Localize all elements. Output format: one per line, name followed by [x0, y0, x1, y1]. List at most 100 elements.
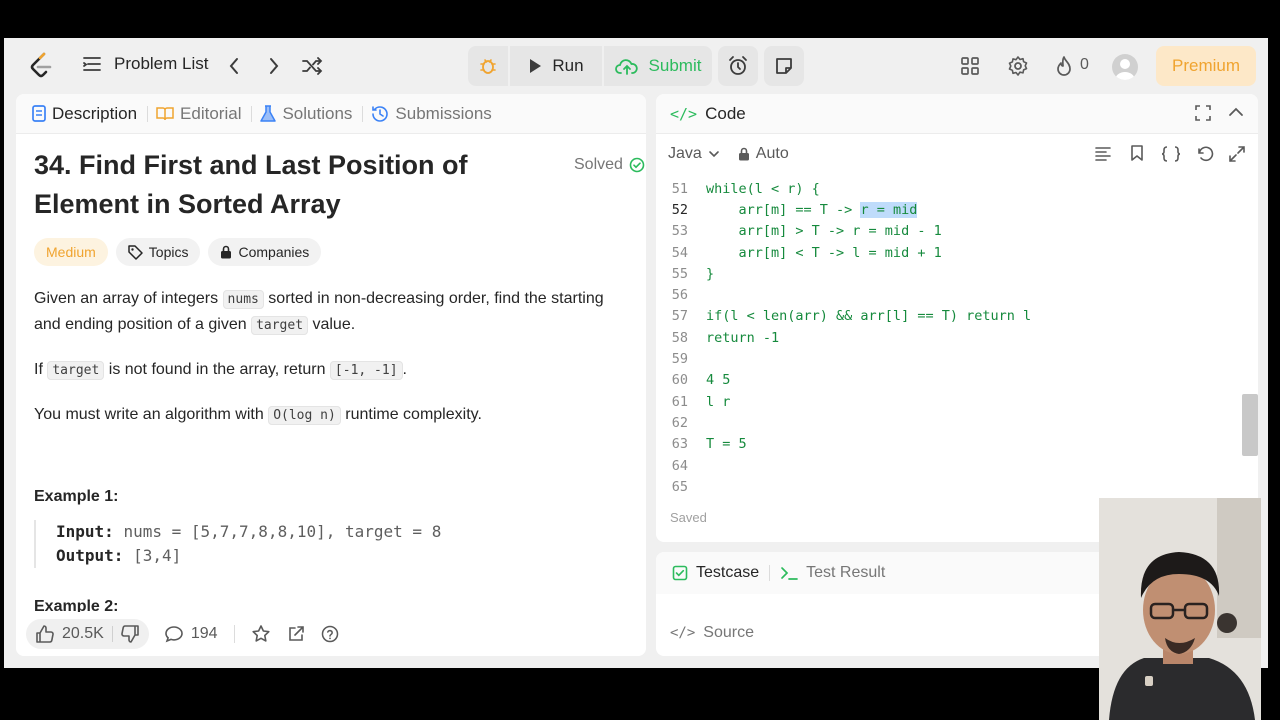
- code-icon: </>: [670, 104, 698, 123]
- code-line: 62: [656, 412, 1246, 433]
- tab-description-label: Description: [52, 103, 138, 123]
- collapse-button[interactable]: [1228, 104, 1244, 125]
- gear-icon: [1008, 56, 1028, 76]
- code-text: arr[m] == T ->: [706, 201, 861, 218]
- line-number: 55: [671, 265, 688, 282]
- tab-divider: [769, 565, 771, 581]
- saved-status: Saved: [670, 510, 707, 525]
- problem-description: Given an array of integers nums sorted i…: [34, 286, 634, 447]
- leetcode-logo-icon[interactable]: [28, 52, 54, 80]
- example-1-block: Input: nums = [5,7,7,8,8,10], target = 8…: [34, 520, 634, 568]
- tab-solutions[interactable]: Solutions: [260, 104, 352, 124]
- favorite-button[interactable]: [251, 624, 271, 644]
- testcase-label: Testcase: [696, 564, 760, 581]
- code-line: 52 arr[m] == T -> r = mid: [656, 199, 1246, 220]
- notes-button[interactable]: [764, 46, 804, 86]
- language-label: Java: [668, 145, 702, 162]
- language-select[interactable]: Java: [668, 145, 720, 163]
- tab-description[interactable]: Description: [32, 104, 137, 124]
- auto-mode[interactable]: Auto: [738, 145, 789, 163]
- thumbs-up-icon[interactable]: [36, 625, 54, 643]
- bookmark-button[interactable]: [1130, 144, 1144, 167]
- random-problem-button[interactable]: [300, 54, 324, 78]
- submit-label: Submit: [648, 56, 702, 75]
- leetcode-window: Problem List Run Submit 0 Premium Descri…: [4, 38, 1268, 668]
- prev-problem-button[interactable]: [222, 54, 246, 78]
- code-line: 65: [656, 476, 1246, 497]
- reset-button[interactable]: [1196, 145, 1214, 168]
- code-editor[interactable]: 51 while(l < r) {52 arr[m] == T -> r = mi…: [656, 178, 1246, 497]
- desc-text: Given an array of integers: [34, 290, 223, 307]
- editor-scrollbar[interactable]: [1242, 394, 1258, 456]
- code-toolbar: Java Auto: [656, 134, 1258, 174]
- tab-editorial[interactable]: Editorial: [156, 104, 241, 124]
- avatar[interactable]: [1112, 54, 1138, 80]
- line-number: 56: [671, 287, 688, 304]
- test-result-label: Test Result: [806, 564, 886, 581]
- top-nav: Problem List Run Submit 0 Premium: [4, 38, 1268, 94]
- auto-label: Auto: [755, 145, 789, 162]
- code-line: 64: [656, 455, 1246, 476]
- external-link-icon: [288, 626, 304, 641]
- braces-button[interactable]: [1160, 145, 1182, 168]
- code-text: arr[m] == T -> r = mid: [706, 201, 918, 218]
- settings-button[interactable]: [1006, 54, 1030, 78]
- code-text: if(l < len(arr) && arr[l] == T) return l: [706, 308, 1032, 325]
- format-button[interactable]: [1094, 146, 1112, 167]
- next-problem-button[interactable]: [262, 54, 286, 78]
- difficulty-badge: Medium: [34, 238, 108, 266]
- description-paragraph: Given an array of integers nums sorted i…: [34, 286, 634, 338]
- input-value: nums = [5,7,7,8,8,10], target = 8: [123, 522, 442, 541]
- code-line: 55}: [656, 263, 1246, 284]
- description-paragraph: You must write an algorithm with O(log n…: [34, 402, 634, 428]
- desc-text: .: [402, 361, 407, 378]
- output-value: [3,4]: [133, 546, 182, 565]
- example-output: Output: [3,4]: [56, 544, 634, 568]
- code-line: 57 if(l < len(arr) && arr[l] == T) return…: [656, 306, 1246, 327]
- code-header-label: Code: [705, 103, 746, 123]
- tab-testcase[interactable]: Testcase: [672, 564, 759, 582]
- comments-button[interactable]: 194: [165, 625, 218, 643]
- topics-chip[interactable]: Topics: [115, 238, 201, 266]
- line-number: 53: [671, 223, 688, 240]
- flame-icon: [1057, 56, 1071, 76]
- maximize-button[interactable]: [1194, 104, 1212, 127]
- inline-code: O(log n): [268, 406, 341, 425]
- companies-chip[interactable]: Companies: [208, 238, 322, 266]
- expand-icon: [1195, 105, 1211, 121]
- code-line: 51 while(l < r) {: [656, 178, 1246, 199]
- book-icon: [156, 106, 174, 120]
- layout-button[interactable]: [958, 54, 982, 78]
- align-left-icon: [1095, 147, 1111, 161]
- description-paragraph: If target is not found in the array, ret…: [34, 357, 634, 383]
- chevron-up-icon: [1229, 107, 1243, 116]
- submit-button[interactable]: Submit: [604, 46, 712, 86]
- tab-submissions[interactable]: Submissions: [371, 104, 492, 124]
- comment-icon: [165, 626, 183, 643]
- grid-layout-icon: [961, 57, 979, 75]
- run-button[interactable]: Run: [510, 46, 602, 86]
- companies-label: Companies: [238, 244, 310, 260]
- problem-tags: Medium Topics Companies: [34, 238, 322, 266]
- cloud-upload-icon: [614, 59, 638, 75]
- inline-code: [-1, -1]: [329, 361, 403, 380]
- alarm-clock-icon: [729, 56, 747, 75]
- share-button[interactable]: [287, 625, 305, 643]
- streak-button[interactable]: [1052, 54, 1076, 78]
- tab-test-result[interactable]: Test Result: [780, 564, 885, 582]
- inline-code: nums: [222, 290, 264, 309]
- source-button[interactable]: </> Source: [670, 624, 754, 642]
- debug-button[interactable]: [468, 46, 508, 86]
- input-label: Input:: [56, 522, 114, 541]
- thumbs-down-icon[interactable]: [121, 625, 139, 643]
- line-number: 64: [671, 457, 688, 474]
- problem-list-button[interactable]: Problem List: [82, 54, 208, 74]
- help-button[interactable]: [321, 625, 339, 643]
- timer-button[interactable]: [718, 46, 758, 86]
- fullscreen-button[interactable]: [1228, 145, 1246, 168]
- premium-button[interactable]: Premium: [1156, 46, 1256, 86]
- example-1-title: Example 1:: [34, 488, 119, 505]
- desc-text: is not found in the array, return: [104, 361, 330, 378]
- likes-count: 20.5K: [62, 625, 104, 642]
- code-icon: </>: [670, 625, 696, 641]
